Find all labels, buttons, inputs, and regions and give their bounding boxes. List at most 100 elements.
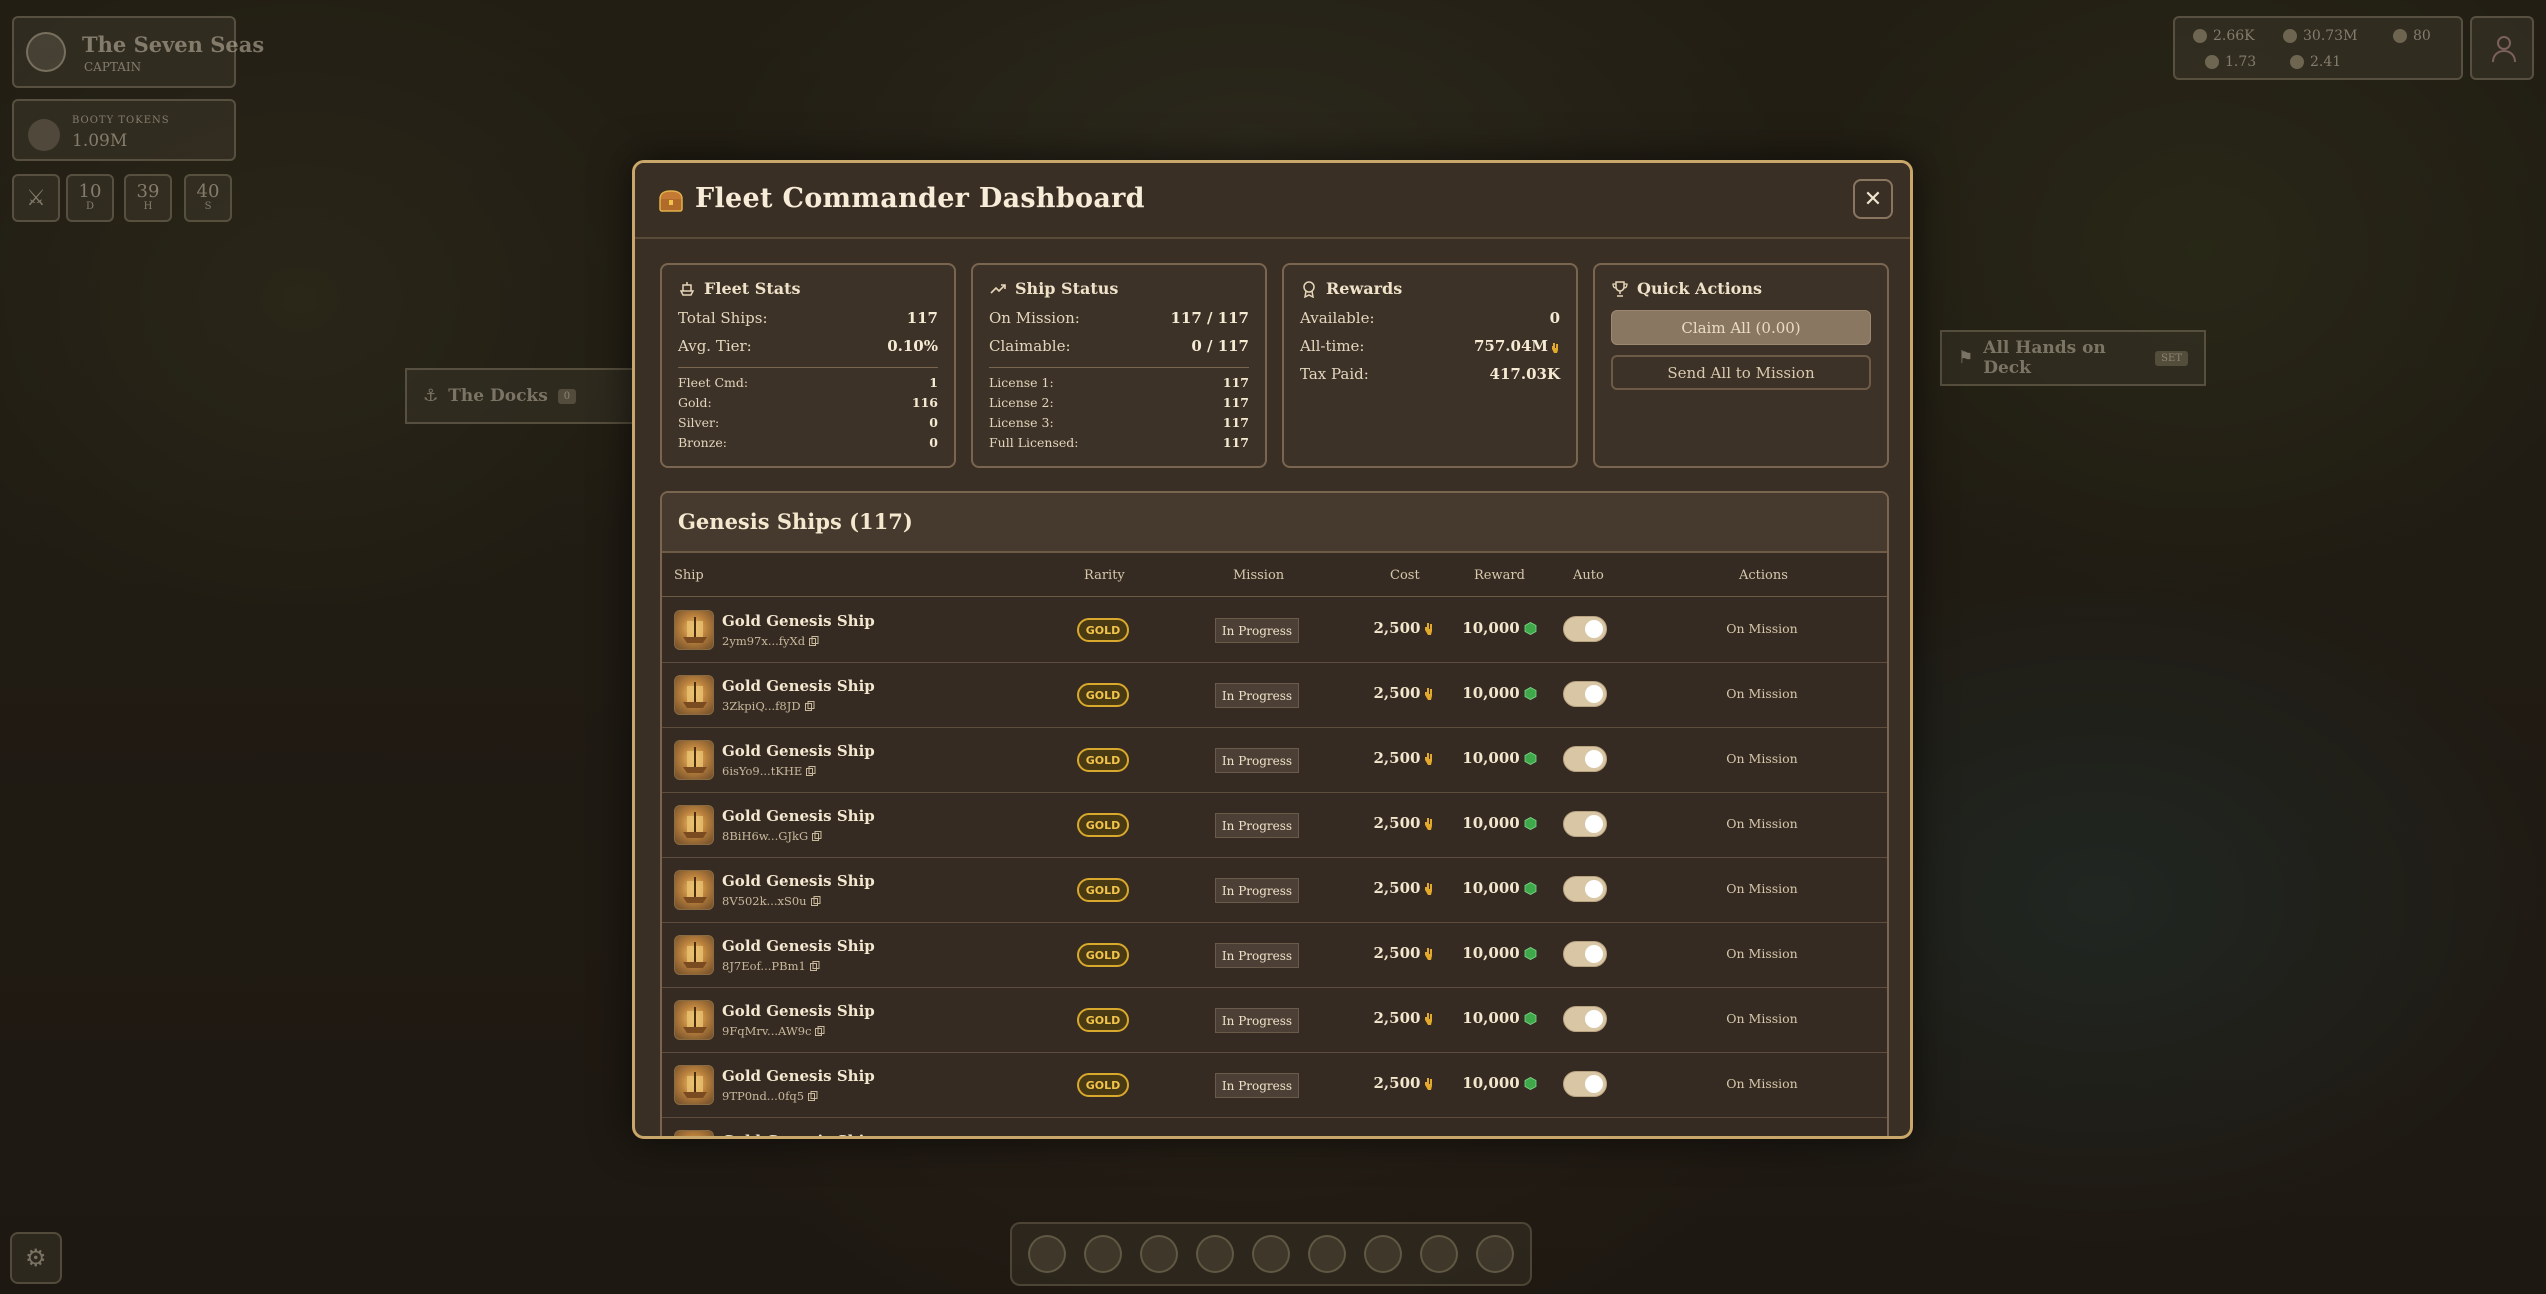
reward-cell: 10,000 xyxy=(1452,1074,1547,1092)
gem-icon xyxy=(1524,881,1537,895)
profile-button[interactable] xyxy=(2470,16,2534,80)
realm-subtitle: CAPTAIN xyxy=(84,60,142,74)
booty-stat-panel[interactable]: BOOTY TOKENS 1.09M xyxy=(12,99,236,161)
rarity-badge: GOLD xyxy=(1077,1138,1129,1139)
toolbar-button-7[interactable] xyxy=(1364,1235,1402,1273)
table-row[interactable]: Gold Genesis Ship 8J7Eof...PBm1 GOLD In Pro… xyxy=(662,923,1887,988)
send-all-to-mission-button[interactable]: Send All to Mission xyxy=(1611,355,1871,390)
copy-icon[interactable] xyxy=(806,766,816,776)
the-docks-label[interactable]: ⚓ The Docks 0 xyxy=(405,368,635,424)
ship-thumbnail xyxy=(674,1130,714,1136)
auto-toggle[interactable] xyxy=(1563,1006,1607,1032)
copy-icon[interactable] xyxy=(809,636,819,646)
ship-thumbnail xyxy=(674,935,714,975)
realm-title-panel[interactable]: The Seven Seas CAPTAIN xyxy=(12,16,264,88)
table-row[interactable]: Gold Genesis Ship 8BiH6w...GJkG GOLD In Pro… xyxy=(662,793,1887,858)
booty-stat-label: BOOTY TOKENS xyxy=(72,115,170,126)
toolbar-button-8[interactable] xyxy=(1420,1235,1458,1273)
mission-status: In Progress xyxy=(1215,683,1299,708)
auto-toggle[interactable] xyxy=(1563,876,1607,902)
mission-status: In Progress xyxy=(1215,618,1299,643)
auto-toggle[interactable] xyxy=(1563,941,1607,967)
auto-toggle[interactable] xyxy=(1563,1136,1607,1139)
copy-icon[interactable] xyxy=(810,896,821,906)
ship-name: Gold Genesis Ship xyxy=(722,872,875,890)
summary-cards: Fleet Stats Total Ships: 117 Avg. Tier: 0.… xyxy=(660,263,1889,468)
token-icon xyxy=(2205,55,2219,69)
coin-hand-icon xyxy=(1425,622,1433,635)
ship-status-title: Ship Status xyxy=(1015,279,1119,298)
auto-toggle[interactable] xyxy=(1563,811,1607,837)
row-action: On Mission xyxy=(1726,686,1798,701)
row-action: On Mission xyxy=(1726,816,1798,831)
rarity-badge: GOLD xyxy=(1077,813,1129,837)
user-icon xyxy=(2492,36,2516,63)
copy-icon[interactable] xyxy=(809,961,820,971)
medal-icon xyxy=(1303,280,1315,298)
swords-button[interactable]: ⚔ xyxy=(12,174,60,222)
table-row[interactable]: Gold Genesis Ship 9FqMrv...AW9c GOLD In Pro… xyxy=(662,988,1887,1053)
toolbar-button-2[interactable] xyxy=(1084,1235,1122,1273)
table-row[interactable]: Gold Genesis Ship 8V502k...xS0u GOLD In Pro… xyxy=(662,858,1887,923)
swords-icon: ⚔ xyxy=(26,185,46,211)
ship-thumbnail xyxy=(674,610,714,650)
timer-hours: 39 H xyxy=(124,174,172,222)
fleet-commander-modal: Fleet Commander Dashboard ✕ Fleet Stats … xyxy=(632,160,1913,1139)
ship-thumbnail xyxy=(674,870,714,910)
rarity-badge: GOLD xyxy=(1077,1073,1129,1097)
close-button[interactable]: ✕ xyxy=(1853,179,1893,219)
toggle-knob xyxy=(1585,945,1603,963)
toggle-knob xyxy=(1585,685,1603,703)
chest-icon xyxy=(659,190,683,212)
table-row[interactable]: Gold Genesis ShipGOLDIn Progress2,50010,… xyxy=(662,1118,1887,1139)
toolbar-button-9[interactable] xyxy=(1476,1235,1514,1273)
claim-all-button[interactable]: Claim All (0.00) xyxy=(1611,310,1871,345)
ship-name: Gold Genesis Ship xyxy=(722,677,875,695)
reward-cell: 10,000 xyxy=(1452,944,1547,962)
cost-cell: 2,500 xyxy=(1367,814,1442,832)
copy-icon[interactable] xyxy=(808,1091,818,1101)
ship-thumbnail xyxy=(674,740,714,780)
all-hands-on-deck-label[interactable]: ⚑ All Hands on Deck SET xyxy=(1940,330,2206,386)
auto-toggle[interactable] xyxy=(1563,1071,1607,1097)
col-actions: Actions xyxy=(1739,568,1788,583)
ship-thumbnail xyxy=(674,1065,714,1105)
table-row[interactable]: Gold Genesis Ship 2ym97x...fyXd GOLD In Pro… xyxy=(662,598,1887,663)
trend-up-icon xyxy=(990,283,1006,294)
reward-cell: 10,000 xyxy=(1452,1009,1547,1027)
cost-cell: 2,500 xyxy=(1367,684,1442,702)
ship-thumbnail xyxy=(674,1000,714,1040)
anchor-icon: ⚓ xyxy=(423,386,439,406)
copy-icon[interactable] xyxy=(812,831,822,841)
table-row[interactable]: Gold Genesis Ship 3ZkpiQ...f8JD GOLD In Pro… xyxy=(662,663,1887,728)
ship-name: Gold Genesis Ship xyxy=(722,937,875,955)
resource-bar: 2.66K 30.73M 80 1.73 2.41 xyxy=(2173,16,2463,80)
copy-icon[interactable] xyxy=(815,1026,825,1036)
flag-icon: ⚑ xyxy=(1958,348,1974,368)
table-row[interactable]: Gold Genesis Ship 9TP0nd...0fq5 GOLD In Pro… xyxy=(662,1053,1887,1118)
table-row[interactable]: Gold Genesis Ship 6isYo9...tKHE GOLD In Pro… xyxy=(662,728,1887,793)
toolbar-button-1[interactable] xyxy=(1028,1235,1066,1273)
gem-icon xyxy=(1524,621,1537,635)
ship-address: 9FqMrv...AW9c xyxy=(722,1024,825,1038)
gem-icon xyxy=(1524,946,1537,960)
auto-toggle[interactable] xyxy=(1563,616,1607,642)
auto-toggle[interactable] xyxy=(1563,746,1607,772)
toolbar-button-3[interactable] xyxy=(1140,1235,1178,1273)
auto-toggle[interactable] xyxy=(1563,681,1607,707)
toggle-knob xyxy=(1585,750,1603,768)
copy-icon[interactable] xyxy=(804,701,815,711)
coin-hand-icon xyxy=(1425,752,1433,765)
rarity-badge: GOLD xyxy=(1077,683,1129,707)
divider xyxy=(989,367,1249,368)
avg-tier-value: 0.10% xyxy=(887,337,938,355)
reward-cell: 10,000 xyxy=(1452,879,1547,897)
rewards-card: Rewards Available: 0 All-time: 757.04M Ta… xyxy=(1282,263,1578,468)
toolbar-button-5[interactable] xyxy=(1252,1235,1290,1273)
toolbar-button-4[interactable] xyxy=(1196,1235,1234,1273)
ship-name: Gold Genesis Ship xyxy=(722,1132,875,1136)
ship-name: Gold Genesis Ship xyxy=(722,612,875,630)
toolbar-button-6[interactable] xyxy=(1308,1235,1346,1273)
rarity-badge: GOLD xyxy=(1077,748,1129,772)
settings-button[interactable]: ⚙ xyxy=(10,1232,62,1284)
